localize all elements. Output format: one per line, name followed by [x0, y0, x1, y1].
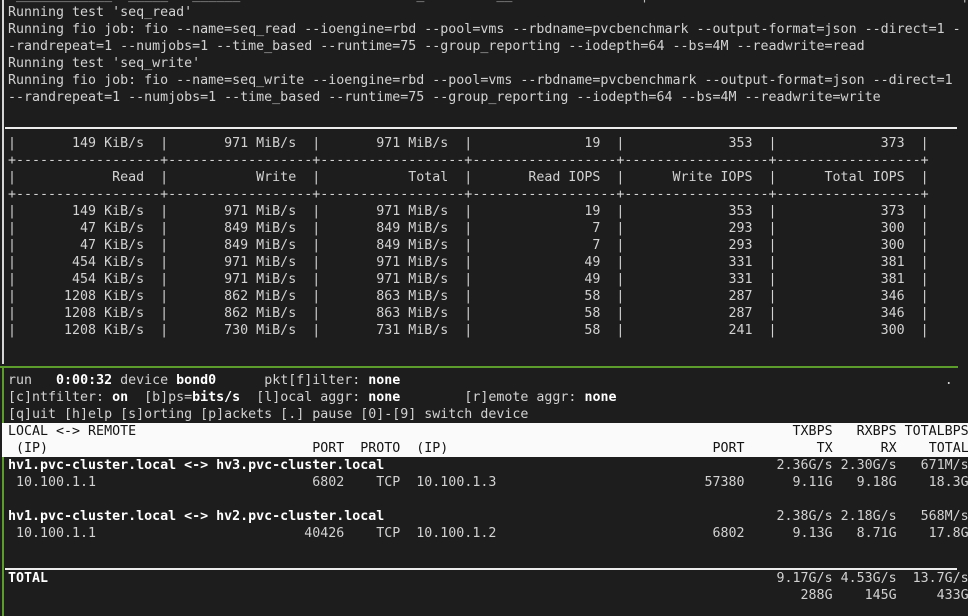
terminal-line: 10.100.1.1 6802 TCP 10.100.1.3 57380 9.1…: [8, 474, 968, 491]
terminal-line: hv1.pvc-cluster.local <-> hv2.pvc-cluste…: [8, 508, 968, 525]
terminal-line: Running fio job: fio --name=seq_read --i…: [8, 21, 968, 38]
terminal-line: +------------------+------------------+-…: [8, 152, 968, 169]
terminal-line: | 1208 KiB/s | 862 MiB/s | 863 MiB/s | 5…: [8, 305, 968, 322]
terminal-line: LOCAL <-> REMOTE TXBPS RXBPS TOTALBPS: [2, 423, 968, 440]
terminal-pane-trafshow[interactable]: run 0:00:32 device bond0 pkt[f]ilter: no…: [0, 366, 968, 616]
terminal-line: TOTAL 9.17G/s 4.53G/s 13.7G/s: [8, 570, 968, 587]
terminal-line: [q]uit [h]elp [s]orting [p]ackets [.] pa…: [8, 406, 968, 423]
terminal-line: Running test 'seq_write': [8, 55, 968, 72]
terminal-line: run 0:00:32 device bond0 pkt[f]ilter: no…: [8, 372, 968, 389]
terminal-line: 10.100.1.1 40426 TCP 10.100.1.2 6802 9.1…: [8, 525, 968, 542]
terminal-line: Running fio job: fio --name=seq_write --…: [8, 72, 968, 89]
terminal-line: +------------------+------------------+-…: [8, 186, 968, 203]
terminal-line: hv1.pvc-cluster.local <-> hv3.pvc-cluste…: [8, 457, 968, 474]
terminal-screen: ____________ _____ ______ _ __ | | Runni…: [0, 0, 968, 616]
terminal-line: | 454 KiB/s | 971 MiB/s | 971 MiB/s | 49…: [8, 254, 968, 271]
terminal-line: | Read | Write | Total | Read IOPS | Wri…: [8, 169, 968, 186]
terminal-line: | 47 KiB/s | 849 MiB/s | 849 MiB/s | 7 |…: [8, 237, 968, 254]
terminal-line: --randrepeat=1 --numjobs=1 --time_based …: [8, 89, 968, 106]
trafshow-total-lines: TOTAL 9.17G/s 4.53G/s 13.7G/s: [8, 570, 968, 604]
trafshow-lines: run 0:00:32 device bond0 pkt[f]ilter: no…: [8, 372, 968, 559]
terminal-line: [8, 542, 968, 559]
blank-line: [8, 106, 968, 122]
terminal-line: -randrepeat=1 --numjobs=1 --time_based -…: [8, 38, 968, 55]
fio-results-table: | 149 KiB/s | 971 MiB/s | 971 MiB/s | 19…: [8, 135, 968, 339]
terminal-pane-fio[interactable]: ____________ _____ ______ _ __ | | Runni…: [2, 0, 968, 364]
terminal-line: Running test 'seq_read': [8, 4, 968, 21]
terminal-line: | 454 KiB/s | 971 MiB/s | 971 MiB/s | 49…: [8, 271, 968, 288]
terminal-line: [c]ntfilter: on [b]ps=bits/s [l]ocal agg…: [8, 389, 968, 406]
terminal-line: | 149 KiB/s | 971 MiB/s | 971 MiB/s | 19…: [8, 135, 968, 152]
fio-output-lines: Running test 'seq_read'Running fio job: …: [8, 4, 968, 106]
trafshow-content: run 0:00:32 device bond0 pkt[f]ilter: no…: [2, 368, 968, 616]
terminal-line: [8, 491, 968, 508]
terminal-line: 288G 145G 433G: [8, 587, 968, 604]
terminal-line: | 47 KiB/s | 849 MiB/s | 849 MiB/s | 7 |…: [8, 220, 968, 237]
terminal-line: | 1208 KiB/s | 730 MiB/s | 731 MiB/s | 5…: [8, 322, 968, 339]
terminal-line: (IP) PORT PROTO (IP) PORT TX RX TOTAL: [2, 440, 968, 457]
terminal-line: | 1208 KiB/s | 862 MiB/s | 863 MiB/s | 5…: [8, 288, 968, 305]
terminal-line: | 149 KiB/s | 971 MiB/s | 971 MiB/s | 19…: [8, 203, 968, 220]
